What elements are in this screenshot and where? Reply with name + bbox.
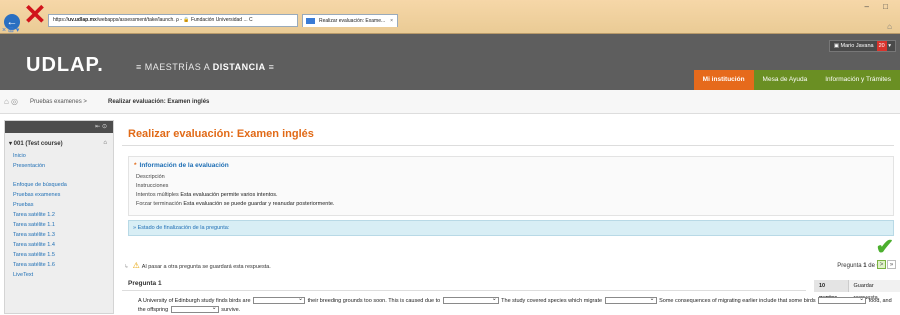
question-fragment: A University of Edinburgh study finds bi… [138, 298, 251, 304]
points-label: 10 puntos [819, 283, 837, 301]
chevron-down-icon[interactable]: ▾ [888, 43, 891, 49]
info-heading[interactable]: * Información de la evaluación [134, 162, 229, 169]
sidebar-item-pruebas-examenes[interactable]: Pruebas examenes [5, 190, 113, 200]
question-title: Pregunta 1 [128, 280, 162, 287]
course-home-icon[interactable]: ⌂ [103, 140, 107, 146]
warning-text: Al pasar a otra pregunta se guardará est… [141, 264, 271, 270]
info-label: Intentos múltiples [136, 192, 179, 198]
answer-select-4[interactable] [818, 295, 867, 305]
answer-select-5[interactable] [170, 304, 219, 314]
user-name: Mario Javana [840, 43, 874, 49]
top-nav: Mi institución Mesa de Ayuda Información… [693, 70, 900, 90]
pager-sep: de [866, 263, 877, 269]
sidebar-item-tarea-1-6[interactable]: Tarea satélite 1.6 [5, 260, 113, 270]
question-fragment: Some consequences of migrating earlier i… [659, 298, 816, 304]
info-value: Esta evaluación permite varios intentos. [180, 192, 278, 198]
breadcrumb-item-pruebas[interactable]: Pruebas examenes > [30, 99, 87, 105]
course-title[interactable]: ▾ 001 (Test course) ⌂ [5, 133, 113, 151]
close-x-icon: ✕ [23, 0, 47, 30]
udlap-logo[interactable]: UDLAP. [26, 54, 104, 77]
subtitle-bold: DISTANCIA [212, 62, 266, 72]
breadcrumb-item-label[interactable]: Pruebas examenes [30, 99, 82, 105]
tab-close-icon[interactable]: × [390, 15, 393, 27]
tab-favicon-icon [306, 18, 315, 24]
banner-subtitle: ≡ MAESTRÍAS A DISTANCIA ≡ [136, 62, 274, 72]
question-pager: Pregunta 1 de 6 [837, 263, 880, 269]
info-label: Instrucciones [136, 183, 169, 189]
sidebar-divider [5, 171, 113, 180]
save-warning: ↳ ⚠ Al pasar a otra pregunta se guardará e… [124, 261, 271, 270]
sidebar-item-inicio[interactable]: Inicio [5, 151, 113, 161]
completion-status-toggle[interactable]: » Estado de finalización de la pregunta: [128, 220, 894, 236]
page-title: Realizar evaluación: Examen inglés [128, 128, 314, 140]
sidebar-item-tarea-1-2[interactable]: Tarea satélite 1.2 [5, 210, 113, 220]
subtitle-prefix: ≡ MAESTRÍAS A [136, 62, 213, 72]
info-row-instrucciones: Instrucciones [136, 183, 168, 189]
question-divider [122, 290, 806, 291]
address-path: /webapps/assessment/take/launch. [96, 17, 175, 23]
nav-mi-institucion[interactable]: Mi institución [693, 70, 754, 90]
breadcrumb-current: Realizar evaluación: Examen inglés [108, 99, 210, 105]
command-row[interactable]: × ⊞ ▾ [2, 26, 19, 34]
question-fragment: survive. [221, 307, 241, 313]
browser-toolbar: ← ✕ https://uv.udlap.mx/webapps/assessme… [0, 0, 900, 34]
sidebar-item-tarea-1-3[interactable]: Tarea satélite 1.3 [5, 230, 113, 240]
question-fragment: their breeding grounds too soon. This is… [307, 298, 441, 304]
info-heading-label[interactable]: Información de la evaluación [140, 162, 229, 169]
address-host: uv.udlap.mx [68, 17, 97, 23]
info-row-forzar: Forzar terminación Esta evaluación se pu… [136, 201, 334, 207]
home-icon[interactable]: ⌂ ◎ [4, 97, 18, 106]
breadcrumb: ⌂ ◎ Pruebas examenes > Realizar evaluaci… [0, 90, 900, 114]
answer-select-3[interactable] [604, 295, 657, 305]
address-prefix: https:// [53, 17, 69, 23]
save-answer-button[interactable]: Guardar respuesta [847, 280, 900, 301]
sidebar-tools[interactable]: ⇤ ⊙ [5, 121, 113, 133]
arrow-icon: ↳ [124, 264, 129, 270]
question-points-bar: 10 puntos Guardar respuesta [814, 280, 900, 301]
sidebar-item-tarea-1-5[interactable]: Tarea satélite 1.5 [5, 250, 113, 260]
breadcrumb-separator: > [83, 99, 87, 105]
sidebar-item-tarea-1-1[interactable]: Tarea satélite 1.1 [5, 220, 113, 230]
warning-icon: ⚠ [132, 261, 140, 270]
question-fragment: The study covered species which migrate [501, 298, 603, 304]
browser-home-icon[interactable]: ⌂ [887, 22, 892, 31]
course-name[interactable]: ▾ 001 (Test course) [9, 141, 63, 147]
user-avatar-icon: ▣ [833, 43, 841, 49]
subtitle-suffix: ≡ [265, 62, 275, 72]
sidebar-item-tarea-1-4[interactable]: Tarea satélite 1.4 [5, 240, 113, 250]
next-question-button[interactable]: > [877, 260, 886, 269]
tab-label: Realizar evaluación: Exame... [319, 18, 386, 24]
info-value: Esta evaluación se puede guardar y reanu… [183, 201, 335, 207]
question-text: A University of Edinburgh study finds bi… [138, 295, 898, 315]
assessment-info-panel: * Información de la evaluación Descripció… [128, 156, 894, 216]
info-label: Descripción [136, 174, 165, 180]
answer-select-2[interactable] [442, 295, 499, 305]
last-question-button[interactable]: » [887, 260, 896, 269]
nav-informacion-tramites[interactable]: Información y Trámites [816, 70, 900, 90]
address-icons: ρ - 🔒 Fundación Universidad ... C [176, 17, 253, 23]
window-controls[interactable]: – □ [864, 2, 894, 11]
sidebar-item-livetext[interactable]: LiveText [5, 270, 113, 280]
sidebar-item-pruebas[interactable]: Pruebas [5, 200, 113, 210]
notification-badge[interactable]: 20 [876, 41, 887, 51]
nav-mesa-de-ayuda[interactable]: Mesa de Ayuda [753, 70, 817, 90]
browser-tab[interactable]: Realizar evaluación: Exame... × [302, 14, 398, 27]
pager-buttons: > » [877, 260, 896, 269]
info-label: Forzar terminación [136, 201, 182, 207]
info-row-intentos: Intentos múltiples Esta evaluación permi… [136, 192, 278, 198]
info-row-descripcion: Descripción [136, 174, 165, 180]
sidebar-item-enfoque[interactable]: Enfoque de búsqueda [5, 180, 113, 190]
checkmark-icon: ✔ [875, 234, 894, 259]
address-bar[interactable]: https://uv.udlap.mx/webapps/assessment/t… [48, 14, 298, 27]
user-menu[interactable]: ▣ Mario Javana 20 ▾ [828, 40, 896, 52]
required-star-icon: * [134, 162, 137, 169]
sidebar-item-presentacion[interactable]: Presentación [5, 161, 113, 171]
pager-prefix: Pregunta [837, 263, 864, 269]
answer-select-1[interactable] [253, 295, 306, 305]
course-sidebar: ⇤ ⊙ ▾ 001 (Test course) ⌂ Inicio Presenta… [4, 120, 114, 314]
title-divider [122, 145, 894, 146]
